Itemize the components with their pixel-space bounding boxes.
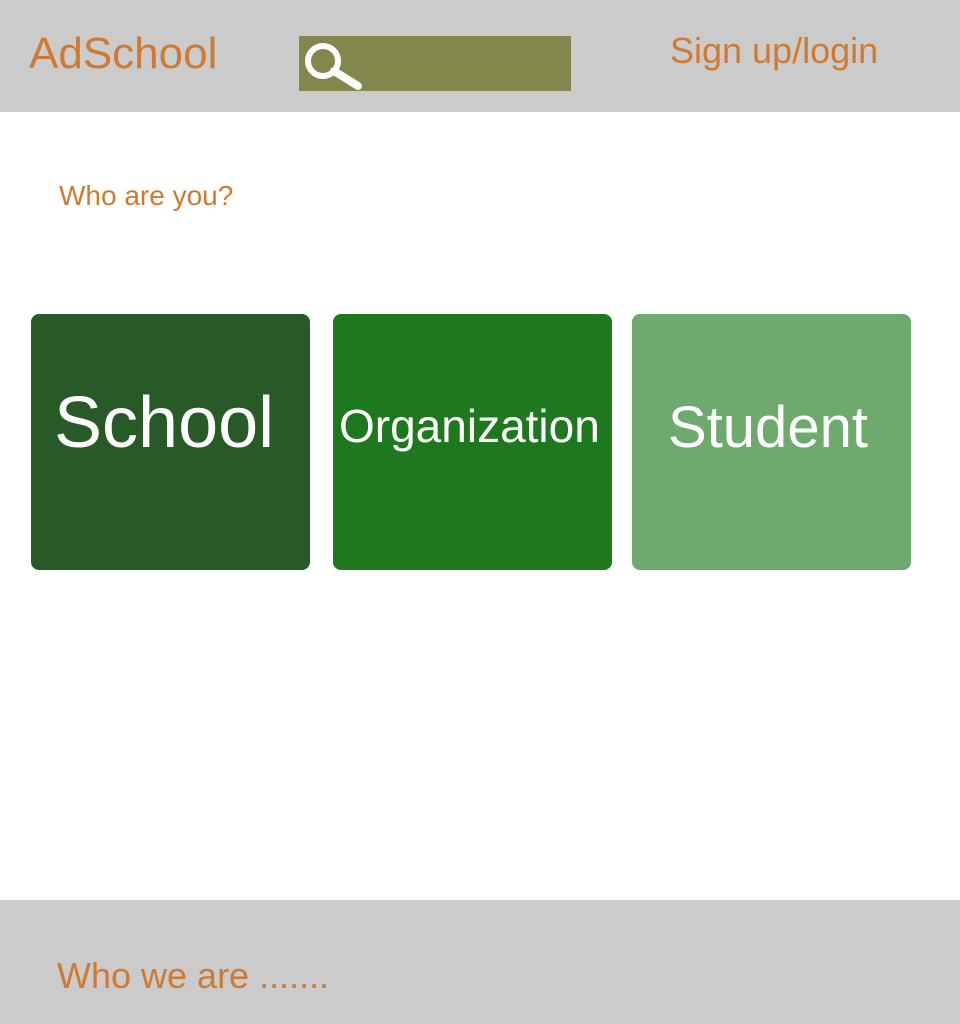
who-we-are-text: Who we are ....... bbox=[57, 955, 330, 996]
who-are-you-heading: Who are you? bbox=[59, 180, 234, 211]
school-card[interactable]: School bbox=[31, 314, 310, 570]
search-icon[interactable] bbox=[301, 40, 365, 90]
student-card-label: Student bbox=[668, 395, 868, 460]
organization-card[interactable]: Organization bbox=[333, 314, 612, 570]
search-input[interactable] bbox=[299, 36, 571, 91]
school-card-label: School bbox=[54, 383, 275, 463]
app-logo[interactable]: AdSchool bbox=[29, 29, 217, 79]
signup-login-link[interactable]: Sign up/login bbox=[670, 31, 878, 71]
footer-bar: Who we are ....... bbox=[0, 900, 960, 1024]
header-bar: AdSchool Sign up/login bbox=[0, 0, 960, 112]
student-card[interactable]: Student bbox=[632, 314, 911, 570]
organization-card-label: Organization bbox=[339, 400, 600, 452]
